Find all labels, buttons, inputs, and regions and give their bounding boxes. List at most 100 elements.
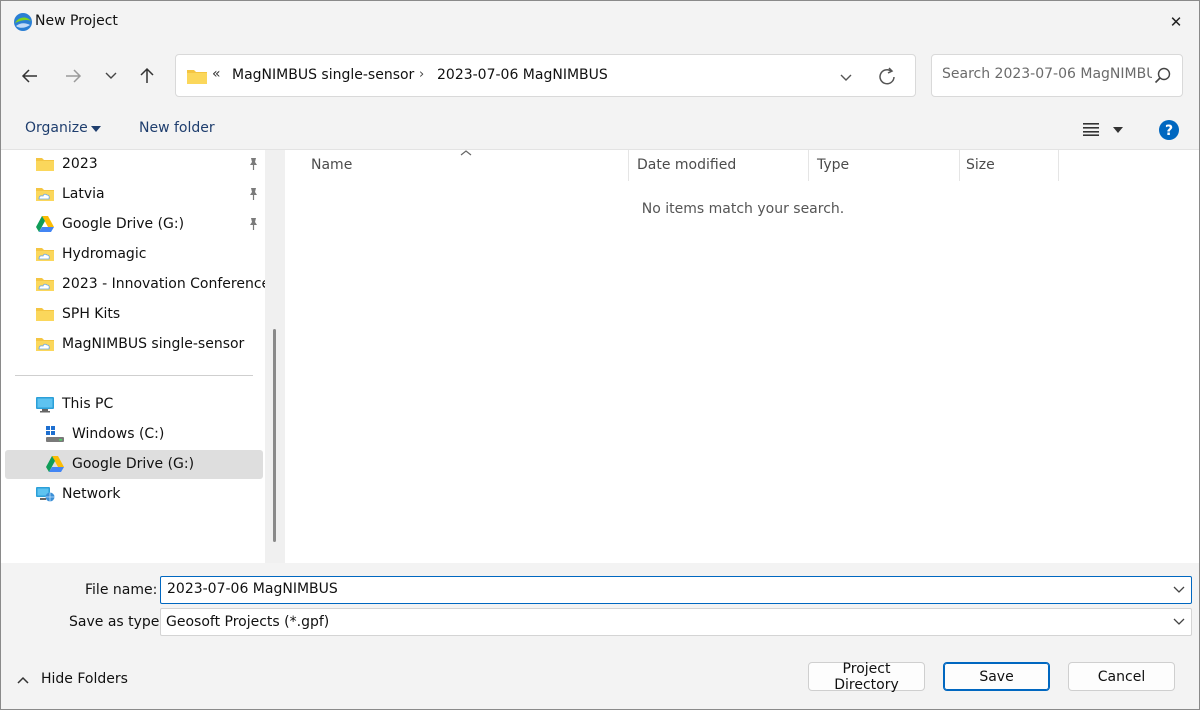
- column-header-name[interactable]: Name: [285, 150, 628, 181]
- chevron-down-icon[interactable]: [1173, 586, 1185, 594]
- google-drive-icon: [36, 216, 54, 232]
- cloud-folder-icon: [36, 248, 54, 261]
- app-logo-icon: [14, 13, 32, 31]
- recent-locations-button[interactable]: [97, 63, 125, 89]
- chevron-down-icon: [1173, 618, 1185, 625]
- empty-message-text: No items match your search.: [641, 201, 845, 217]
- nav-item-label: MagNIMBUS single-sensor: [62, 336, 245, 352]
- refresh-icon[interactable]: [876, 66, 900, 88]
- pin-icon: [250, 158, 257, 170]
- overflow-icon[interactable]: «: [212, 66, 221, 82]
- folder-icon: [187, 70, 207, 84]
- nav-item-label: Google Drive (G:): [72, 456, 195, 472]
- search-box[interactable]: [931, 54, 1183, 97]
- save-type-select[interactable]: Geosoft Projects (*.gpf): [160, 608, 1192, 636]
- empty-message: No items match your search.: [285, 201, 1199, 217]
- breadcrumb-separator[interactable]: ›: [419, 67, 424, 82]
- folder-icon: [36, 308, 54, 321]
- svg-text:?: ?: [1165, 123, 1173, 139]
- nav-scrollbar-thumb[interactable]: [273, 329, 276, 542]
- back-button[interactable]: [16, 63, 44, 89]
- nav-item-hydromagic[interactable]: Hydromagic: [5, 240, 263, 269]
- view-options-icon[interactable]: [1083, 122, 1099, 136]
- help-icon[interactable]: ?: [1158, 119, 1180, 141]
- breadcrumb-item[interactable]: 2023-07-06 MagNIMBUS: [437, 67, 608, 83]
- file-name-input[interactable]: [167, 581, 1157, 597]
- chevron-down-icon: [105, 72, 117, 79]
- save-form: File name: Save as type: Geosoft Project…: [1, 563, 1199, 647]
- nav-item-windows-c[interactable]: Windows (C:): [5, 420, 263, 449]
- column-label: Date modified: [637, 157, 737, 173]
- arrow-left-icon: [21, 69, 37, 83]
- file-list-pane: Name Date modified Type Size No items ma…: [285, 150, 1199, 563]
- nav-item-label: SPH Kits: [62, 306, 121, 322]
- nav-item-label: Windows (C:): [72, 426, 165, 442]
- folder-icon: [36, 158, 54, 171]
- windows-drive-icon: [46, 426, 64, 442]
- column-header-type[interactable]: Type: [809, 150, 959, 181]
- nav-item-google-drive-selected[interactable]: Google Drive (G:): [5, 450, 263, 479]
- navigation-pane: 2023 Latvia Google Drive (G:) Hydromagic…: [1, 150, 265, 563]
- nav-item-label: This PC: [62, 396, 114, 412]
- save-button[interactable]: Save: [943, 662, 1050, 691]
- new-folder-button[interactable]: New folder: [139, 120, 215, 136]
- column-label: Size: [966, 157, 995, 173]
- organize-menu[interactable]: Organize: [25, 120, 88, 136]
- file-name-label: File name:: [85, 582, 158, 598]
- cancel-button[interactable]: Cancel: [1068, 662, 1175, 691]
- column-header-date-modified[interactable]: Date modified: [629, 150, 808, 181]
- dialog-footer: Hide Folders Project Directory Save Canc…: [1, 647, 1199, 709]
- column-separator[interactable]: [1058, 150, 1059, 181]
- nav-item-label: Google Drive (G:): [62, 216, 185, 232]
- address-bar[interactable]: « MagNIMBUS single-sensor › 2023-07-06 M…: [175, 54, 916, 97]
- new-project-dialog: New Project ✕ « MagNIMBUS single-sensor …: [0, 0, 1200, 710]
- nav-scrollbar[interactable]: [265, 150, 285, 563]
- nav-item-innovation-conference[interactable]: 2023 - Innovation Conference: [5, 270, 265, 299]
- nav-item-label: Latvia: [62, 186, 105, 202]
- nav-item-label: Network: [62, 486, 121, 502]
- command-bar: Organize New folder ?: [1, 109, 1199, 150]
- arrow-up-icon: [140, 67, 154, 83]
- nav-item-google-drive[interactable]: Google Drive (G:): [5, 210, 263, 239]
- chevron-down-icon[interactable]: [836, 67, 856, 87]
- column-header-size[interactable]: Size: [960, 150, 1058, 181]
- arrow-right-icon: [66, 69, 82, 83]
- nav-item-sph-kits[interactable]: SPH Kits: [5, 300, 263, 329]
- navigation-row: « MagNIMBUS single-sensor › 2023-07-06 M…: [1, 43, 1199, 109]
- close-icon: ✕: [1169, 13, 1183, 31]
- cloud-folder-icon: [36, 278, 54, 291]
- caret-down-icon[interactable]: [1113, 127, 1123, 133]
- dialog-title: New Project: [35, 13, 118, 29]
- chevron-up-icon: [17, 676, 29, 684]
- google-drive-icon: [46, 456, 64, 472]
- nav-item-this-pc[interactable]: This PC: [5, 390, 263, 419]
- cloud-folder-icon: [36, 188, 54, 201]
- nav-item-label: 2023: [62, 156, 98, 172]
- column-label: Name: [311, 157, 353, 173]
- save-type-label: Save as type:: [69, 614, 165, 630]
- file-name-field[interactable]: [160, 576, 1192, 604]
- search-icon: [1154, 67, 1171, 84]
- nav-item-2023[interactable]: 2023: [5, 150, 263, 179]
- column-label: Type: [817, 157, 850, 173]
- title-bar: New Project ✕: [1, 1, 1199, 43]
- pin-icon: [250, 188, 257, 200]
- network-icon: [36, 487, 55, 502]
- nav-item-label: 2023 - Innovation Conference: [62, 276, 265, 292]
- nav-item-latvia[interactable]: Latvia: [5, 180, 263, 209]
- breadcrumb-item[interactable]: MagNIMBUS single-sensor: [232, 67, 414, 83]
- pin-icon: [250, 218, 257, 230]
- nav-item-network[interactable]: Network: [5, 480, 263, 509]
- project-directory-button[interactable]: Project Directory: [808, 661, 925, 693]
- nav-item-magnimbus[interactable]: MagNIMBUS single-sensor: [5, 330, 263, 359]
- nav-divider: [15, 375, 253, 376]
- cloud-folder-icon: [36, 338, 54, 351]
- save-type-value: Geosoft Projects (*.gpf): [166, 614, 330, 630]
- forward-button[interactable]: [59, 63, 87, 89]
- search-input[interactable]: [942, 66, 1152, 82]
- monitor-icon: [36, 397, 54, 413]
- up-button[interactable]: [133, 63, 161, 89]
- nav-item-label: Hydromagic: [62, 246, 147, 262]
- caret-down-icon: [91, 126, 101, 132]
- close-button[interactable]: ✕: [1153, 1, 1199, 43]
